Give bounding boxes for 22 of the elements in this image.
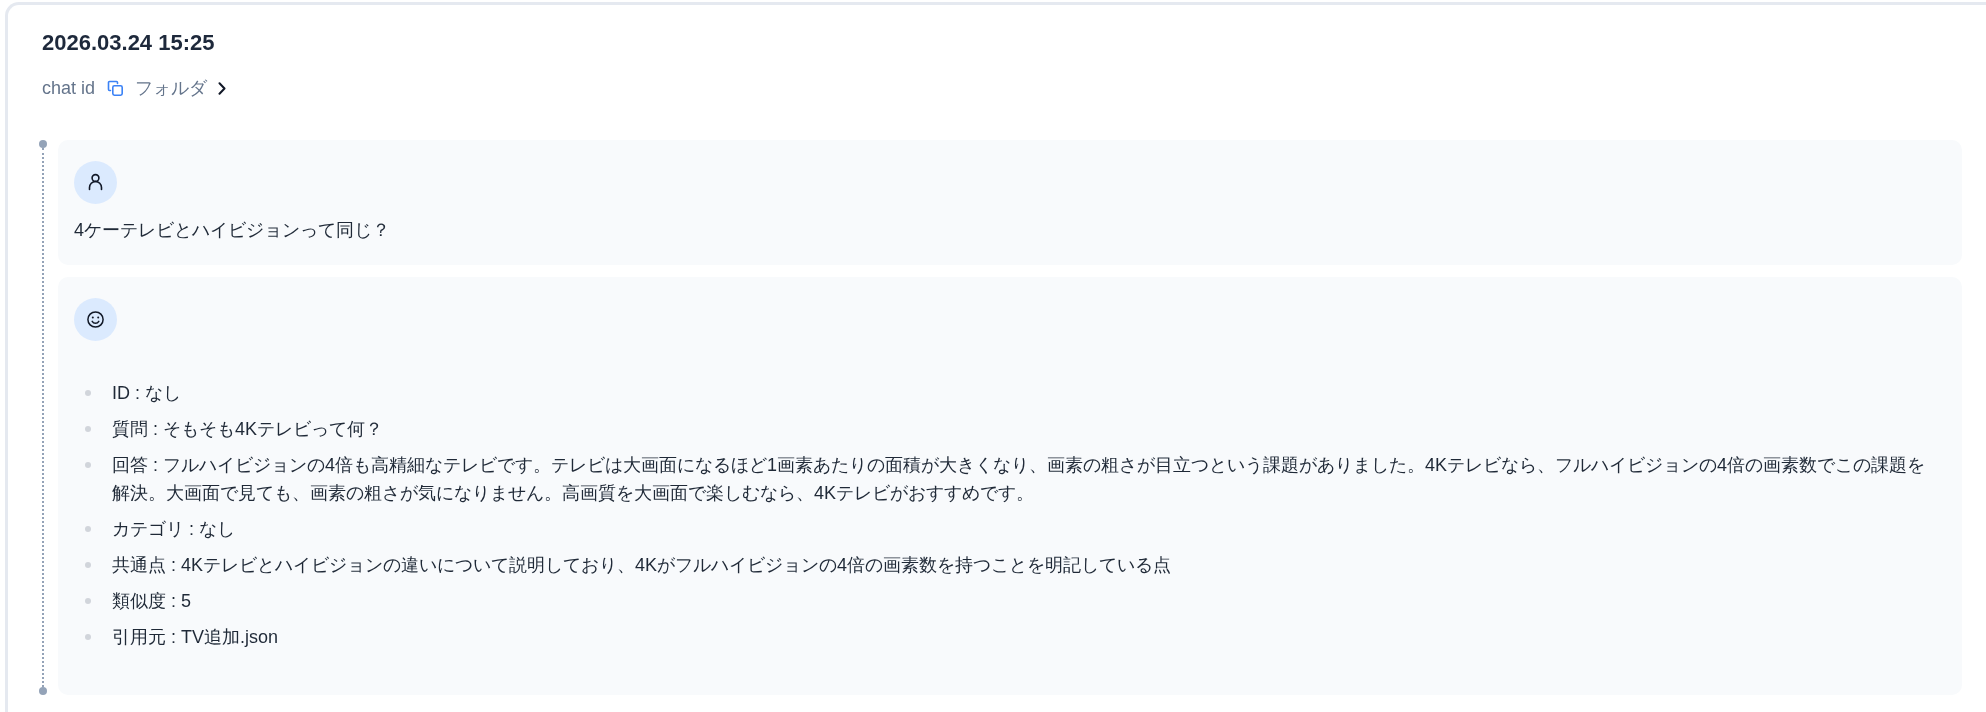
chat-timestamp: 2026.03.24 15:25 — [42, 30, 215, 56]
smiley-avatar-icon — [74, 298, 117, 341]
copy-icon[interactable] — [107, 80, 124, 96]
bullet-icon — [85, 634, 91, 640]
bullet-icon — [85, 462, 91, 468]
bullet-icon — [85, 426, 91, 432]
detail-text: 引用元 : TV追加.json — [112, 626, 279, 649]
detail-text: カテゴリ : なし — [112, 518, 235, 541]
detail-text: 共通点 : 4Kテレビとハイビジョンの違いについて説明しており、4Kがフルハイビジョンの4倍の画素数を持つことを明記している点 — [112, 554, 1172, 577]
message-text: 4ケーテレビとハイビジョンって同じ？ — [74, 219, 391, 242]
bullet-icon — [85, 526, 91, 532]
detail-text: ID : なし — [112, 382, 181, 405]
chevron-right-icon — [218, 81, 227, 95]
detail-text: 類似度 : 5 — [112, 590, 191, 613]
bullet-icon — [85, 562, 91, 568]
person-avatar-icon — [74, 161, 117, 204]
bullet-icon — [85, 390, 91, 396]
detail-text: 質問 : そもそも4Kテレビって何？ — [112, 418, 384, 441]
chat-id-label: chat id — [42, 77, 96, 100]
detail-text: 回答 : フルハイビジョンの4倍も高精細なテレビです。テレビは大画面になるほど1画素あたりの面積が大きくなり、画素の粗さが目立つという課題がありました。4Kテレビなら、フルハイビジョンの4倍の画素数でこの課題を解決。大画面で見ても、画素の粗さが気になりません。高画質を大画面で楽しむなら、4Kテレビがおすすめです。 — [112, 454, 1927, 505]
folder-link[interactable]: フォルダ — [135, 76, 227, 100]
bullet-icon — [85, 598, 91, 604]
